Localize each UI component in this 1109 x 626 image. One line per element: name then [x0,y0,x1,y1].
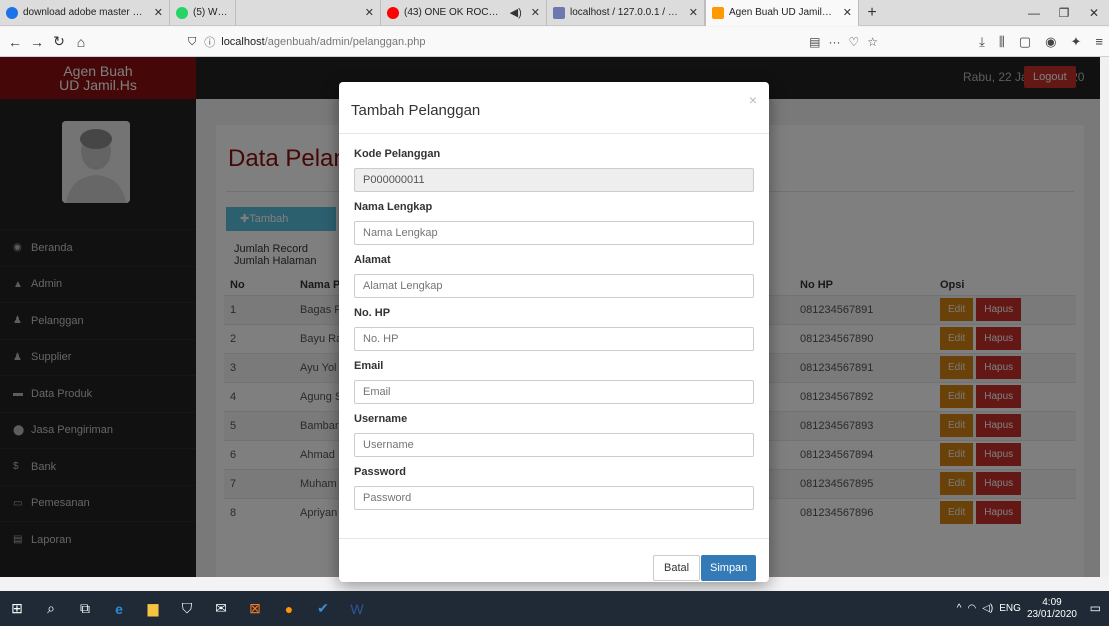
modal-footer: Batal Simpan [339,538,769,582]
browser-tab[interactable]: (43) ONE OK ROCK - Decisi ◀) ✕ [381,0,547,26]
clock-time: 4:09 [1042,596,1062,608]
home-icon[interactable]: ⌂ [70,34,92,50]
bookmark-star-icon[interactable]: ☆ [867,35,878,49]
form-group: Nama Lengkap [354,201,754,245]
modal-header: Tambah Pelanggan × [339,82,769,134]
form-group: No. HP [354,307,754,351]
new-tab-button[interactable]: + [859,4,885,22]
info-icon: ⓘ [204,37,216,49]
windows-taskbar: ⊞ ⌕ ⧉ e ▆ ⛉ ✉ ⊠ ● ✔ W ^ ◠ ◁) ENG 4:09 23… [0,591,1109,626]
add-customer-modal: Tambah Pelanggan × Kode Pelanggan Nama Le… [339,82,769,582]
url-path: /agenbuah/admin/pelanggan.php [264,36,426,48]
browser-nav-bar: ← → ↻ ⌂ ⛉ ⓘ localhost/agenbuah/admin/pel… [0,27,1109,57]
tab-title: download adobe master cs 3 t [23,7,145,18]
system-tray: ^ ◠ ◁) ENG 4:09 23/01/2020 [957,591,1077,626]
mail-icon[interactable]: ✉ [204,591,238,626]
google-icon [6,6,18,19]
field-label: No. HP [354,307,391,319]
xampp-icon [712,6,724,19]
account-icon[interactable]: ◉ [1045,34,1056,50]
no-hp-input[interactable] [354,327,754,351]
tab-title: (5) WhatsApp [193,7,229,18]
page-scrollbar[interactable] [1100,57,1109,577]
search-icon[interactable]: ⌕ [34,591,68,626]
form-group: Alamat [354,254,754,298]
download-icon[interactable]: ⤓ [979,34,985,50]
notification-icon[interactable]: ▭ [1090,601,1101,615]
more-icon[interactable]: ··· [828,35,840,49]
browser-tab[interactable]: localhost / 127.0.0.1 / db_agen ✕ [547,0,705,26]
chevron-up-icon[interactable]: ^ [957,603,962,614]
forward-icon[interactable]: → [26,34,48,50]
audio-icon[interactable]: ◀) [506,6,522,19]
save-button[interactable]: Simpan [701,555,757,581]
reload-icon[interactable]: ↻ [48,33,70,50]
field-label: Nama Lengkap [354,201,433,213]
reader-view-icon[interactable]: ▤ [809,35,820,49]
field-label: Username [354,413,408,425]
firefox-icon[interactable]: ● [272,591,306,626]
window-controls: — ❐ ✕ [1019,0,1109,26]
close-tab-icon[interactable]: ✕ [685,6,698,19]
form-group: Password [354,466,754,510]
youtube-icon [387,6,399,19]
alamat-input[interactable] [354,274,754,298]
browser-tab-bar: download adobe master cs 3 t ✕ (5) Whats… [0,0,1109,26]
language-indicator[interactable]: ENG [999,603,1021,614]
volume-icon[interactable]: ◁) [982,603,993,614]
tab-title: Agen Buah UD Jamil.Hs - Adm [729,7,834,18]
menu-icon[interactable]: ≡ [1095,34,1103,50]
restore-icon[interactable]: ❐ [1049,0,1079,26]
close-tab-icon[interactable]: ✕ [839,6,852,19]
store-icon[interactable]: ⛉ [170,591,204,626]
shield-icon: ⛉ [188,35,197,48]
close-tab-icon[interactable]: ✕ [527,6,540,19]
cancel-button[interactable]: Batal [653,555,701,581]
url-bar[interactable]: ⛉ ⓘ localhost/agenbuah/admin/pelanggan.p… [188,30,878,54]
url-host: localhost [221,36,265,48]
network-icon[interactable]: ◠ [968,603,977,614]
tab-close-area[interactable]: ✕ [236,0,381,26]
field-label: Password [354,466,406,478]
pocket-icon[interactable]: ♡ [848,35,859,49]
vscode-icon[interactable]: ✔ [306,591,340,626]
close-tab-icon[interactable]: ✕ [361,6,374,19]
close-window-icon[interactable]: ✕ [1079,0,1109,26]
browser-tab[interactable]: download adobe master cs 3 t ✕ [0,0,170,26]
browser-tab[interactable]: (5) WhatsApp [170,0,236,26]
task-view-icon[interactable]: ⧉ [68,591,102,626]
close-icon[interactable]: × [749,92,757,108]
nama-lengkap-input[interactable] [354,221,754,245]
clock[interactable]: 4:09 23/01/2020 [1027,597,1077,621]
xampp-icon[interactable]: ⊠ [238,591,272,626]
edge-icon[interactable]: e [102,591,136,626]
form-group: Email [354,360,754,404]
windows-start-icon[interactable]: ⊞ [0,591,34,626]
password-input[interactable] [354,486,754,510]
form-group: Username [354,413,754,457]
file-explorer-icon[interactable]: ▆ [136,591,170,626]
clock-date: 23/01/2020 [1026,608,1077,620]
browser-tab-active[interactable]: Agen Buah UD Jamil.Hs - Adm ✕ [705,0,859,26]
back-icon[interactable]: ← [4,34,26,50]
field-label: Kode Pelanggan [354,148,441,160]
field-label: Email [354,360,384,372]
close-tab-icon[interactable]: ✕ [150,6,163,19]
phpmyadmin-icon [553,6,565,19]
minimize-icon[interactable]: — [1019,0,1049,26]
form-group: Kode Pelanggan [354,148,754,192]
username-input[interactable] [354,433,754,457]
email-input[interactable] [354,380,754,404]
library-icon[interactable]: ⫼ [999,34,1005,50]
sidebar-icon[interactable]: ▢ [1019,34,1031,50]
tab-title: (43) ONE OK ROCK - Decisi [404,7,501,18]
whatsapp-icon [176,6,188,19]
tab-title: localhost / 127.0.0.1 / db_agen [570,7,680,18]
toolbar-icons: ⤓ ⫼ ▢ ◉ ✦ ≡ [979,34,1103,50]
modal-title: Tambah Pelanggan [351,102,481,119]
word-icon[interactable]: W [340,591,374,626]
extension-icon[interactable]: ✦ [1071,34,1082,50]
field-label: Alamat [354,254,391,266]
kode-pelanggan-input[interactable] [354,168,754,192]
